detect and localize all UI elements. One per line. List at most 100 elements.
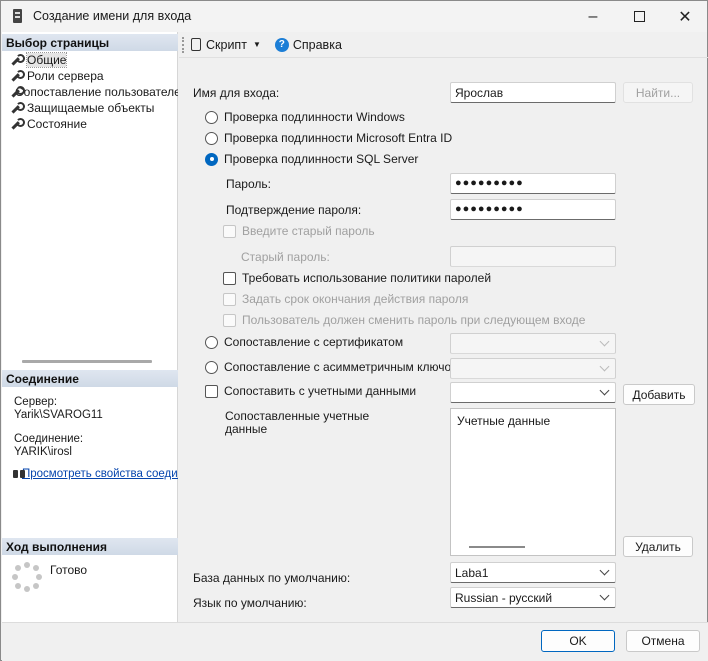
mapped-credentials-label: Сопоставленные учетные данные xyxy=(225,409,370,436)
maximize-icon xyxy=(633,11,645,22)
map-credentials-checkbox[interactable]: Сопоставить с учетными данными xyxy=(205,384,416,398)
auth-windows-radio[interactable]: Проверка подлинности Windows xyxy=(205,110,405,124)
auth-entra-label: Проверка подлинности Microsoft Entra ID xyxy=(224,131,453,145)
password-label: Пароль: xyxy=(226,177,271,191)
enforce-expiration-label: Задать срок окончания действия пароля xyxy=(242,292,469,306)
enforce-policy-label: Требовать использование политики паролей xyxy=(242,271,492,285)
wrench-icon xyxy=(10,118,25,130)
view-properties-link[interactable]: Просмотреть свойства соединения xyxy=(22,468,178,480)
toolbar-grip xyxy=(182,36,185,53)
confirm-password-label: Подтверждение пароля: xyxy=(226,203,362,217)
auth-entra-radio[interactable]: Проверка подлинности Microsoft Entra ID xyxy=(205,131,452,145)
sidebar-item-label: Защищаемые объекты xyxy=(27,101,155,115)
server-value: Yarik\SVAROG11 xyxy=(14,409,103,421)
find-button[interactable]: Найти... xyxy=(623,82,693,103)
map-asymmetric-key-label: Сопоставление с асимметричным ключом xyxy=(224,360,460,374)
checkbox-box xyxy=(223,271,236,285)
remove-button[interactable]: Удалить xyxy=(623,536,693,557)
close-button[interactable]: ✕ xyxy=(663,1,707,32)
list-column-header: Учетные данные xyxy=(457,414,551,428)
help-button[interactable]: ? Справка xyxy=(267,37,342,52)
certificate-select[interactable] xyxy=(450,333,616,354)
toolbar: Скрипт ▼ ? Справка xyxy=(179,32,708,58)
window-title: Создание имени для входа xyxy=(33,9,192,23)
checkbox-box xyxy=(205,384,218,398)
radio-circle xyxy=(205,110,218,124)
radio-circle xyxy=(205,335,218,349)
login-name-label: Имя для входа: xyxy=(193,86,280,100)
must-change-checkbox[interactable]: Пользователь должен сменить пароль при с… xyxy=(223,313,585,327)
checkbox-box xyxy=(223,292,236,306)
minimize-icon: – xyxy=(588,7,598,25)
wrench-icon xyxy=(10,54,25,66)
chevron-down-icon xyxy=(599,361,610,372)
panel-splitter[interactable] xyxy=(22,360,152,363)
login-name-input[interactable]: Ярослав xyxy=(450,82,616,103)
radio-circle xyxy=(205,131,218,145)
sidebar-item-label: Состояние xyxy=(27,117,87,131)
sidebar-item-label: Общие xyxy=(25,52,68,68)
sidebar-item-label: Роли сервера xyxy=(27,69,104,83)
view-properties-row[interactable]: Просмотреть свойства соединения xyxy=(12,467,178,481)
default-language-label: Язык по умолчанию: xyxy=(193,596,307,610)
map-certificate-radio[interactable]: Сопоставление с сертификатом xyxy=(205,335,403,349)
connection-header: Соединение xyxy=(2,370,178,387)
minimize-button[interactable]: – xyxy=(571,1,615,32)
password-input[interactable]: ●●●●●●●●● xyxy=(450,173,616,194)
default-database-label: База данных по умолчанию: xyxy=(193,571,351,585)
chevron-down-icon xyxy=(599,385,610,396)
dialog-window: Создание имени для входа – ✕ Выбор стран… xyxy=(0,0,708,661)
sidebar-item-general[interactable]: Общие xyxy=(10,52,178,68)
sidebar-item-status[interactable]: Состояние xyxy=(10,116,178,132)
sidebar-item-server-roles[interactable]: Роли сервера xyxy=(10,68,178,84)
sidebar-item-securables[interactable]: Защищаемые объекты xyxy=(10,100,178,116)
mapped-credentials-list[interactable]: Учетные данные xyxy=(450,408,616,556)
help-label: Справка xyxy=(292,37,342,52)
server-icon xyxy=(13,9,22,23)
progress-status: Готово xyxy=(50,563,88,577)
map-credentials-label: Сопоставить с учетными данными xyxy=(224,384,417,398)
checkbox-box xyxy=(223,313,236,327)
default-language-select[interactable]: Russian - русский xyxy=(450,587,616,608)
dropdown-arrow-icon[interactable]: ▼ xyxy=(253,40,261,49)
chevron-down-icon xyxy=(599,336,610,347)
enforce-policy-checkbox[interactable]: Требовать использование политики паролей xyxy=(223,271,491,285)
left-panel: Выбор страницы Общие Роли сервера Сопост… xyxy=(2,32,178,622)
sidebar-item-user-mapping[interactable]: Сопоставление пользователей xyxy=(10,84,178,100)
progress-header: Ход выполнения xyxy=(2,538,178,555)
help-icon: ? xyxy=(274,37,289,52)
script-button[interactable]: Скрипт ▼ xyxy=(191,38,261,52)
old-password-label: Старый пароль: xyxy=(241,250,330,264)
server-label: Сервер: xyxy=(14,396,58,408)
chevron-down-icon xyxy=(599,565,610,576)
map-asymmetric-key-radio[interactable]: Сопоставление с асимметричным ключом xyxy=(205,360,459,374)
cancel-button[interactable]: Отмена xyxy=(626,630,700,652)
old-password-checkbox[interactable]: Введите старый пароль xyxy=(223,224,375,238)
horizontal-scrollbar[interactable] xyxy=(469,546,525,548)
asymmetric-key-select[interactable] xyxy=(450,358,616,379)
chevron-down-icon xyxy=(599,590,610,601)
title-bar: Создание имени для входа – ✕ xyxy=(1,1,707,32)
select-page-header: Выбор страницы xyxy=(2,34,178,51)
radio-circle xyxy=(205,360,218,374)
connection-label: Соединение: xyxy=(14,433,84,445)
script-icon xyxy=(191,38,201,51)
auth-sql-label: Проверка подлинности SQL Server xyxy=(224,152,419,166)
old-password-input[interactable] xyxy=(450,246,616,267)
ok-button[interactable]: OK xyxy=(541,630,615,652)
map-certificate-label: Сопоставление с сертификатом xyxy=(224,335,404,349)
checkbox-box xyxy=(223,224,236,238)
sidebar-item-label: Сопоставление пользователей xyxy=(15,85,178,99)
credentials-select[interactable] xyxy=(450,382,616,403)
maximize-button[interactable] xyxy=(617,1,661,32)
confirm-password-input[interactable]: ●●●●●●●●● xyxy=(450,199,616,220)
default-database-select[interactable]: Laba1 xyxy=(450,562,616,583)
old-password-check-label: Введите старый пароль xyxy=(242,224,375,238)
default-language-value: Russian - русский xyxy=(455,590,553,605)
add-button[interactable]: Добавить xyxy=(623,384,695,405)
auth-windows-label: Проверка подлинности Windows xyxy=(224,110,405,124)
dialog-footer: OK Отмена xyxy=(2,622,708,661)
close-icon: ✕ xyxy=(678,8,692,26)
enforce-expiration-checkbox[interactable]: Задать срок окончания действия пароля xyxy=(223,292,468,306)
auth-sql-radio[interactable]: Проверка подлинности SQL Server xyxy=(205,152,418,166)
